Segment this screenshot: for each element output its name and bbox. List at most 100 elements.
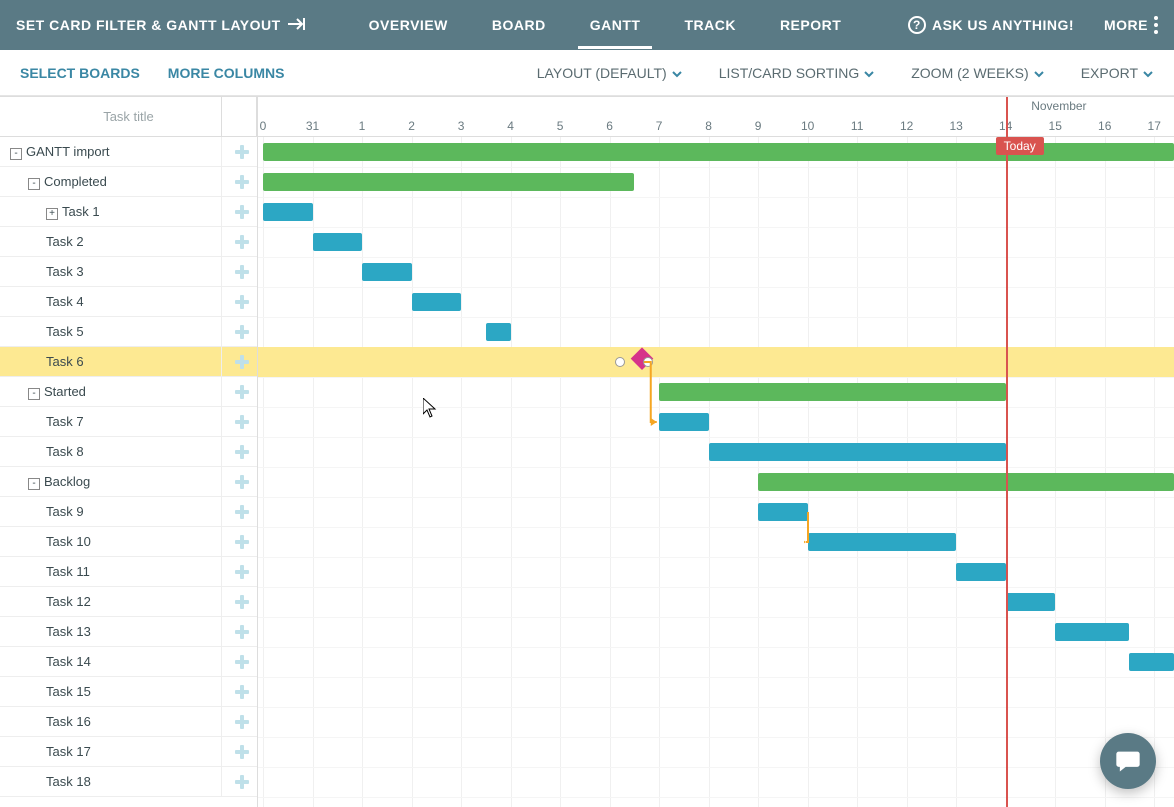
- day-label: 11: [851, 119, 863, 133]
- add-task-button[interactable]: [233, 383, 251, 401]
- chat-fab-button[interactable]: [1100, 733, 1156, 789]
- add-task-button[interactable]: [233, 623, 251, 641]
- task-row[interactable]: Task 4: [0, 287, 257, 317]
- filter-layout-button[interactable]: SET CARD FILTER & GANTT LAYOUT: [16, 17, 307, 34]
- add-task-button[interactable]: [233, 743, 251, 761]
- tab-overview[interactable]: OVERVIEW: [367, 17, 450, 33]
- task-label: Task 17: [46, 744, 91, 759]
- task-row[interactable]: Task 12: [0, 587, 257, 617]
- task-bar[interactable]: [758, 503, 808, 521]
- task-list-header: Task title: [0, 97, 257, 137]
- group-bar[interactable]: [758, 473, 1174, 491]
- task-bar[interactable]: [1006, 593, 1056, 611]
- task-bar[interactable]: [313, 233, 363, 251]
- export-dropdown[interactable]: EXPORT: [1081, 65, 1154, 81]
- top-navbar: SET CARD FILTER & GANTT LAYOUT OVERVIEW …: [0, 0, 1174, 50]
- add-task-button[interactable]: [233, 353, 251, 371]
- task-row[interactable]: Task 13: [0, 617, 257, 647]
- task-bar[interactable]: [709, 443, 1006, 461]
- add-task-button[interactable]: [233, 443, 251, 461]
- task-row[interactable]: Task 9: [0, 497, 257, 527]
- tab-gantt[interactable]: GANTT: [588, 17, 643, 33]
- task-row[interactable]: Task 5: [0, 317, 257, 347]
- task-row[interactable]: Task 18: [0, 767, 257, 797]
- day-label: 9: [755, 119, 762, 133]
- task-bar[interactable]: [1055, 623, 1129, 641]
- task-label: Task 11: [46, 564, 90, 579]
- add-task-button[interactable]: [233, 293, 251, 311]
- ask-us-button[interactable]: ? ASK US ANYTHING!: [908, 16, 1074, 34]
- task-row[interactable]: Task 16: [0, 707, 257, 737]
- task-row[interactable]: Task 3: [0, 257, 257, 287]
- collapse-icon[interactable]: -: [28, 178, 40, 190]
- add-task-button[interactable]: [233, 173, 251, 191]
- task-bar[interactable]: [263, 203, 313, 221]
- group-bar[interactable]: [659, 383, 1006, 401]
- day-label: 0: [260, 119, 267, 133]
- task-row[interactable]: Task 14: [0, 647, 257, 677]
- goto-icon: [287, 17, 307, 34]
- task-row[interactable]: +Task 1: [0, 197, 257, 227]
- add-task-button[interactable]: [233, 413, 251, 431]
- add-task-button[interactable]: [233, 773, 251, 791]
- task-row[interactable]: Task 6: [0, 347, 257, 377]
- tab-report[interactable]: REPORT: [778, 17, 843, 33]
- tab-track[interactable]: TRACK: [682, 17, 738, 33]
- add-task-button[interactable]: [233, 563, 251, 581]
- task-row[interactable]: -Started: [0, 377, 257, 407]
- task-label: Task 9: [46, 504, 84, 519]
- add-task-button[interactable]: [233, 473, 251, 491]
- task-bar[interactable]: [808, 533, 957, 551]
- task-bar[interactable]: [1129, 653, 1174, 671]
- add-task-button[interactable]: [233, 593, 251, 611]
- task-row[interactable]: Task 11: [0, 557, 257, 587]
- month-label: November: [1031, 99, 1086, 113]
- task-bar[interactable]: [486, 323, 511, 341]
- add-task-button[interactable]: [233, 233, 251, 251]
- task-row[interactable]: -Backlog: [0, 467, 257, 497]
- task-row[interactable]: -GANTT import: [0, 137, 257, 167]
- task-bar[interactable]: [362, 263, 412, 281]
- add-task-button[interactable]: [233, 683, 251, 701]
- task-row[interactable]: Task 10: [0, 527, 257, 557]
- task-row[interactable]: -Completed: [0, 167, 257, 197]
- task-row[interactable]: Task 2: [0, 227, 257, 257]
- expand-icon[interactable]: +: [46, 208, 58, 220]
- group-bar[interactable]: [263, 173, 634, 191]
- task-label: Task 6: [46, 354, 84, 369]
- ask-us-label: ASK US ANYTHING!: [932, 17, 1074, 33]
- task-row[interactable]: Task 8: [0, 437, 257, 467]
- add-task-button[interactable]: [233, 263, 251, 281]
- add-task-button[interactable]: [233, 533, 251, 551]
- task-row[interactable]: Task 17: [0, 737, 257, 767]
- select-boards-button[interactable]: SELECT BOARDS: [20, 65, 140, 81]
- add-task-button[interactable]: [233, 203, 251, 221]
- milestone-handle[interactable]: [615, 357, 625, 367]
- task-row[interactable]: Task 15: [0, 677, 257, 707]
- sorting-dropdown[interactable]: LIST/CARD SORTING: [719, 65, 876, 81]
- day-label: 7: [656, 119, 663, 133]
- add-task-button[interactable]: [233, 653, 251, 671]
- more-columns-button[interactable]: MORE COLUMNS: [168, 65, 285, 81]
- task-label: Completed: [44, 174, 107, 189]
- add-task-button[interactable]: [233, 713, 251, 731]
- add-task-button[interactable]: [233, 323, 251, 341]
- tab-board[interactable]: BOARD: [490, 17, 548, 33]
- task-row[interactable]: Task 7: [0, 407, 257, 437]
- zoom-dropdown[interactable]: ZOOM (2 WEEKS): [911, 65, 1044, 81]
- layout-dropdown[interactable]: LAYOUT (DEFAULT): [537, 65, 683, 81]
- task-bar[interactable]: [956, 563, 1006, 581]
- add-task-button[interactable]: [233, 143, 251, 161]
- task-label: Task 14: [46, 654, 91, 669]
- timeline-pane[interactable]: November 0311234567891011121314151617 To…: [258, 97, 1174, 807]
- day-label: 1: [359, 119, 366, 133]
- more-menu-button[interactable]: MORE: [1104, 16, 1158, 34]
- filter-layout-label: SET CARD FILTER & GANTT LAYOUT: [16, 17, 281, 33]
- task-list-pane: Task title -GANTT import-Completed+Task …: [0, 97, 258, 807]
- task-bar[interactable]: [412, 293, 462, 311]
- day-label: 12: [900, 119, 913, 133]
- collapse-icon[interactable]: -: [28, 388, 40, 400]
- collapse-icon[interactable]: -: [10, 148, 22, 160]
- add-task-button[interactable]: [233, 503, 251, 521]
- collapse-icon[interactable]: -: [28, 478, 40, 490]
